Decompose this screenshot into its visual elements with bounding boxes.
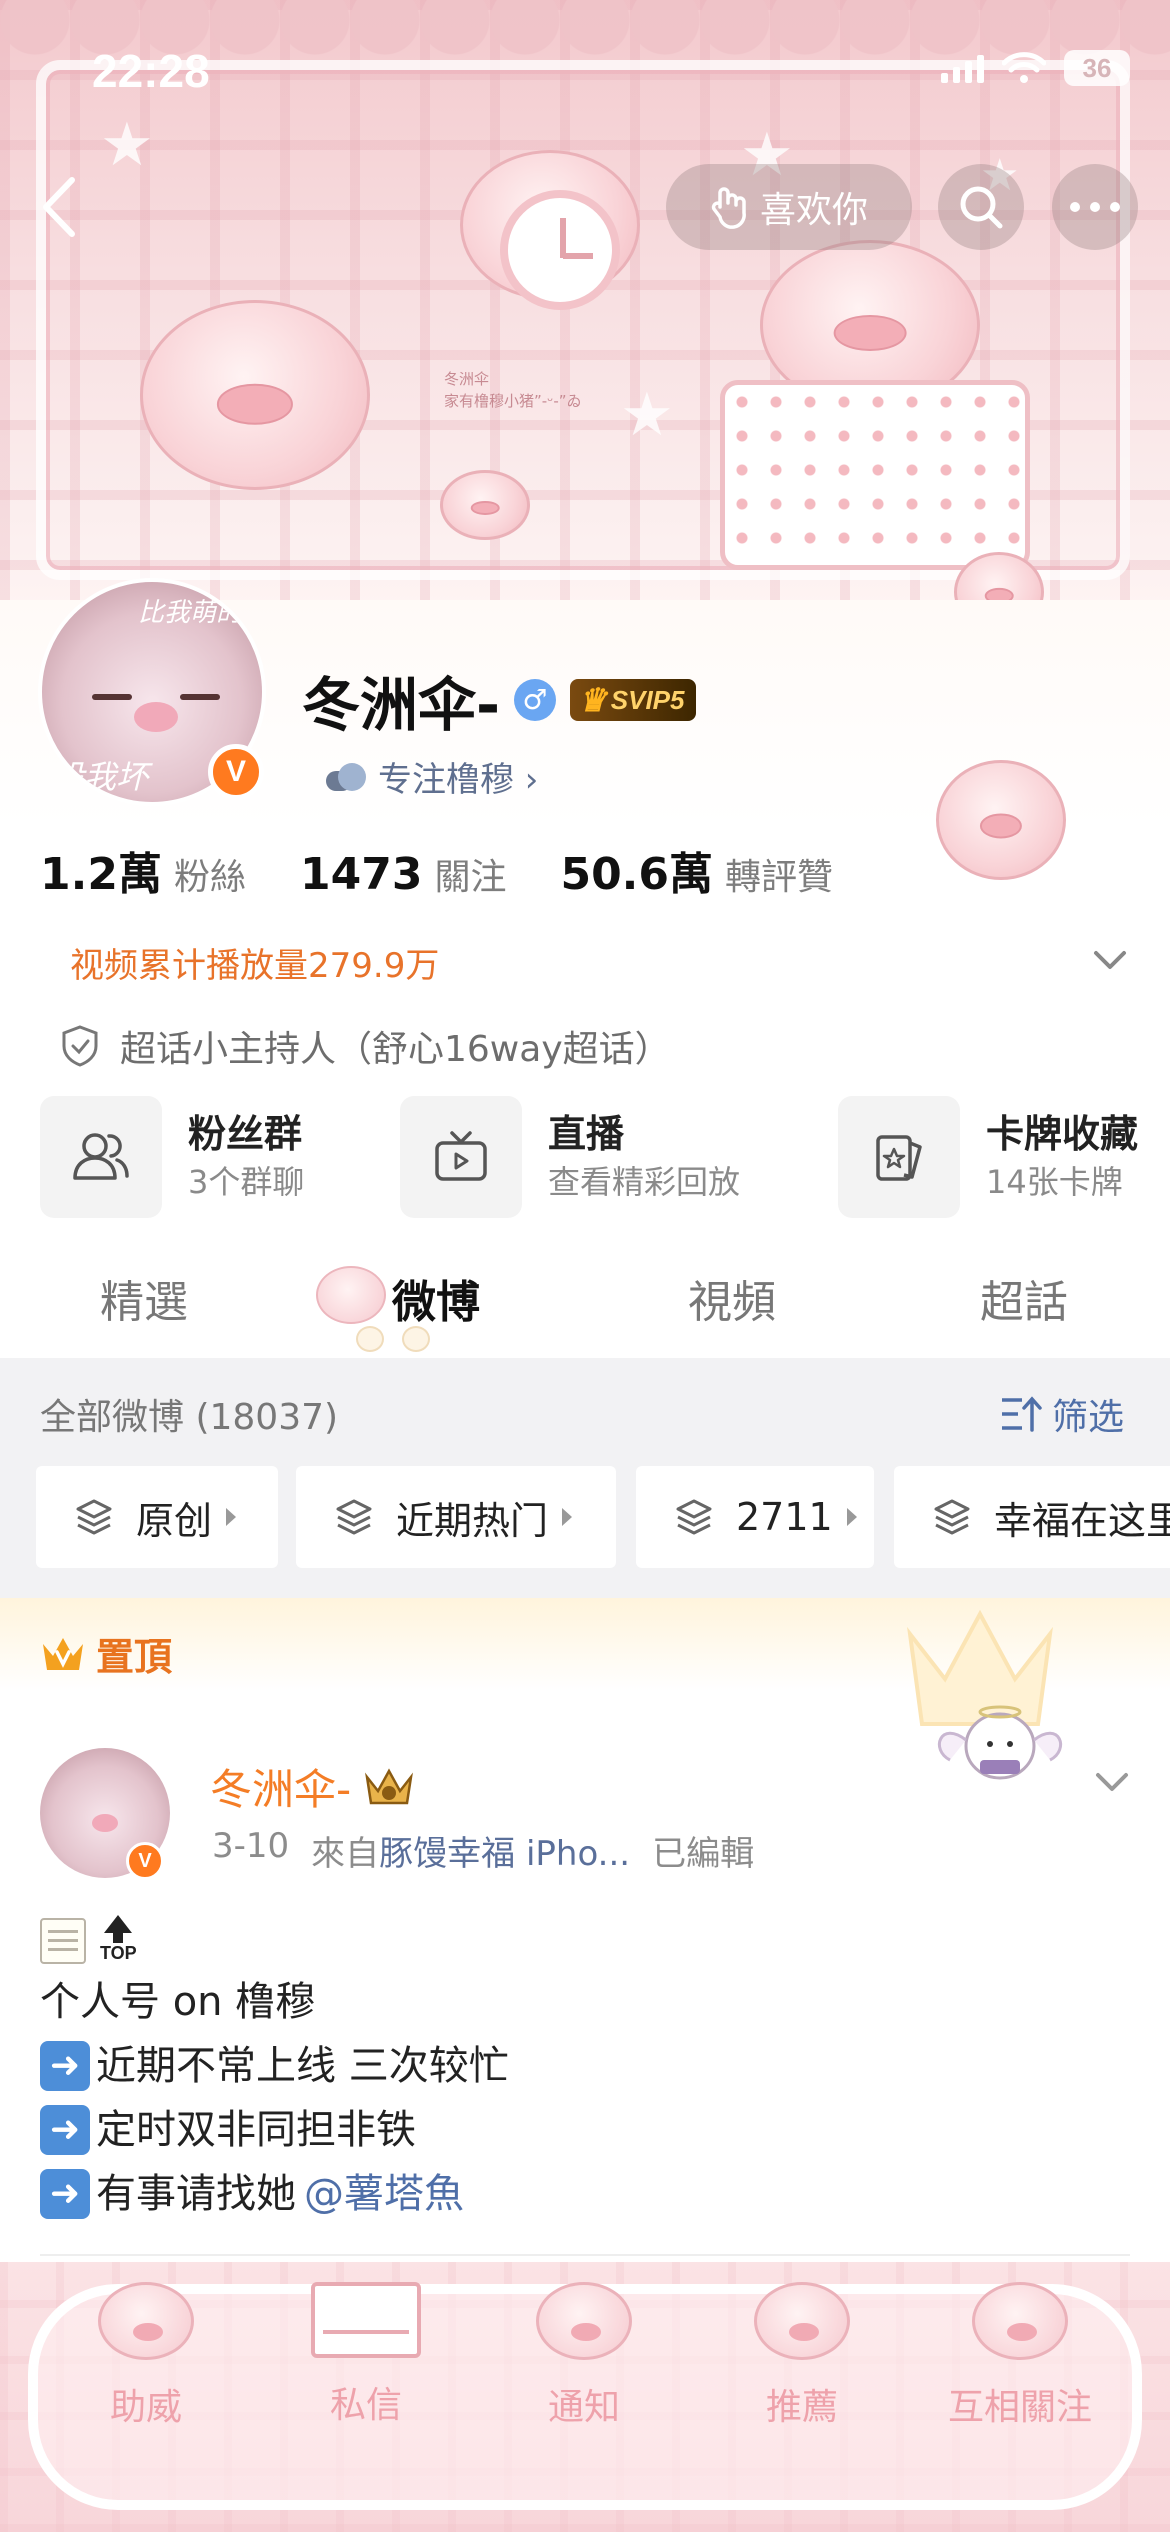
hand-icon xyxy=(711,187,746,229)
profile-name-row: 冬洲伞- ♂ ♛ SVIP5 xyxy=(302,658,697,742)
feature-cards: 粉丝群 3个群聊 直播 查看精彩回放 卡牌收藏 14张卡牌 xyxy=(40,1096,1170,1220)
post-edited-tag: 已編輯 xyxy=(652,1834,755,1874)
pig-icon xyxy=(754,2282,850,2360)
chevron-down-icon[interactable] xyxy=(1090,940,1130,980)
layers-icon xyxy=(934,1499,970,1535)
interactions-stat[interactable]: 50.6萬 轉評贊 xyxy=(560,838,833,902)
recommend-button[interactable]: 推薦 xyxy=(712,2282,892,2430)
post-date: 3-10 xyxy=(212,1826,290,1866)
crown-icon: ♛ xyxy=(578,682,607,718)
memo-icon xyxy=(40,1918,86,1964)
post-line: ➜ 定时双非同担非铁 xyxy=(40,2098,1130,2162)
user-mention-link[interactable]: @薯塔魚 xyxy=(304,2162,464,2226)
back-arrow-icon[interactable] xyxy=(34,172,84,242)
search-button[interactable] xyxy=(938,164,1024,250)
star-decoration: ★ xyxy=(100,110,154,180)
search-icon xyxy=(960,186,1003,229)
tab-super-topics[interactable]: 超話 xyxy=(980,1266,1068,1330)
chip-trending[interactable]: 近期热门 xyxy=(296,1466,616,1568)
right-arrow-icon: ➜ xyxy=(40,2169,90,2219)
tab-videos[interactable]: 視頻 xyxy=(688,1266,776,1330)
topic-host-row[interactable]: 超话小主持人（舒心16way超话） xyxy=(60,1020,671,1072)
sleeping-pig-illustration xyxy=(140,300,370,490)
pig-icon xyxy=(536,2282,632,2360)
tab-weibo[interactable]: 微博 xyxy=(392,1266,480,1330)
vip-crown-icon xyxy=(365,1767,414,1804)
feed-chips: 原创 近期热门 2711 幸福在这里 xyxy=(36,1466,1170,1568)
profile-name: 冬洲伞- xyxy=(302,671,501,739)
layers-icon xyxy=(676,1499,712,1535)
banner-caption: 冬洲伞 家有橹穆小猪”-ᵕ-”ゐ xyxy=(444,370,582,410)
tab-indicator-decoration xyxy=(356,1326,430,1352)
signal-icon xyxy=(941,53,984,83)
followers-stat[interactable]: 1.2萬 粉絲 xyxy=(40,838,246,902)
more-button[interactable] xyxy=(1052,164,1138,250)
chip-2711[interactable]: 2711 xyxy=(636,1466,874,1568)
crown-icon xyxy=(43,1637,83,1670)
profile-tabs: 精選 微博 視頻 超話 xyxy=(0,1250,1170,1360)
notify-button[interactable]: 通知 xyxy=(494,2282,674,2430)
pig-icon xyxy=(972,2282,1068,2360)
small-pig-illustration xyxy=(440,470,530,540)
tab-pig-decoration xyxy=(316,1266,386,1324)
pig-icon xyxy=(98,2282,194,2360)
shield-icon xyxy=(62,1025,98,1067)
post-line: ➜ 近期不常上线 三次较忙 xyxy=(40,2034,1130,2098)
live-card[interactable]: 直播 查看精彩回放 xyxy=(400,1096,740,1218)
status-time: 22:28 xyxy=(92,45,210,97)
pinned-label: 置頂 xyxy=(40,1626,172,1681)
gift-box-illustration xyxy=(720,380,1030,570)
chip-happiness[interactable]: 幸福在这里 xyxy=(894,1466,1170,1568)
post-source[interactable]: 豚馒幸福 iPho... xyxy=(379,1834,630,1874)
post-author-name[interactable]: 冬洲伞- xyxy=(210,1756,351,1817)
male-gender-icon: ♂ xyxy=(514,679,557,721)
message-button[interactable]: 私信 xyxy=(276,2282,456,2428)
post-count: 全部微博 (18037) xyxy=(40,1397,339,1438)
filter-button[interactable]: 筛选 xyxy=(1000,1388,1124,1440)
right-arrow-icon: ➜ xyxy=(40,2105,90,2155)
post-line: 个人号 on 橹穆 xyxy=(40,1979,316,2025)
battery-icon: 36 xyxy=(1064,50,1130,86)
chevron-down-icon[interactable] xyxy=(1092,1762,1132,1802)
fan-group-card[interactable]: 粉丝群 3个群聊 xyxy=(40,1096,304,1218)
following-stat[interactable]: 1473 關注 xyxy=(300,848,506,900)
verified-badge-icon: V xyxy=(208,744,264,800)
status-icons: 36 xyxy=(941,50,1130,86)
users-icon xyxy=(40,1096,162,1218)
more-dots-icon xyxy=(1070,202,1120,212)
like-you-label: 喜欢你 xyxy=(759,190,868,231)
card-collection-card[interactable]: 卡牌收藏 14张卡牌 xyxy=(838,1096,1138,1218)
svip-badge[interactable]: ♛ SVIP5 xyxy=(570,679,697,721)
angel-penguin-decoration xyxy=(910,1700,1090,1794)
layers-icon xyxy=(336,1499,372,1535)
like-you-button[interactable]: 喜欢你 xyxy=(666,164,912,250)
chip-original[interactable]: 原创 xyxy=(36,1466,278,1568)
post-meta: 3-10 來自豚馒幸福 iPho... 已編輯 xyxy=(212,1826,755,1874)
filter-icon xyxy=(1002,1396,1042,1432)
wifi-icon xyxy=(1002,52,1046,83)
star-decoration: ★ xyxy=(620,380,674,450)
divider xyxy=(40,2254,1130,2256)
post-emoji-row: TOP xyxy=(40,1900,1130,1964)
video-plays-text: 视频累计播放量279.9万 xyxy=(70,946,440,986)
layers-icon xyxy=(76,1499,112,1535)
focus-tag[interactable]: 专注橹穆 › xyxy=(326,752,538,801)
post-author-row: 冬洲伞- xyxy=(210,1756,415,1817)
card-icon xyxy=(838,1096,960,1218)
floating-pig-decoration xyxy=(936,760,1066,880)
top-arrow-icon: TOP xyxy=(100,1915,137,1964)
post-line: ➜ 有事请找她 @薯塔魚 xyxy=(40,2162,1130,2226)
cheer-button[interactable]: 助威 xyxy=(56,2282,236,2430)
cloud-icon xyxy=(326,762,368,791)
envelope-icon xyxy=(311,2282,421,2358)
verified-badge-icon: V xyxy=(126,1842,164,1880)
mutual-follow-button[interactable]: 互相關注 xyxy=(930,2282,1110,2430)
topic-host-label: 超话小主持人（舒心16way超话） xyxy=(120,1029,671,1070)
tab-featured[interactable]: 精選 xyxy=(100,1266,188,1330)
post-content: TOP 个人号 on 橹穆 ➜ 近期不常上线 三次较忙 ➜ 定时双非同担非铁 ➜… xyxy=(40,1900,1130,2226)
profile-stats: 1.2萬 粉絲 1473 關注 50.6萬 轉評贊 xyxy=(40,838,887,902)
clock-illustration xyxy=(500,190,620,310)
right-arrow-icon: ➜ xyxy=(40,2041,90,2091)
tv-icon xyxy=(400,1096,522,1218)
